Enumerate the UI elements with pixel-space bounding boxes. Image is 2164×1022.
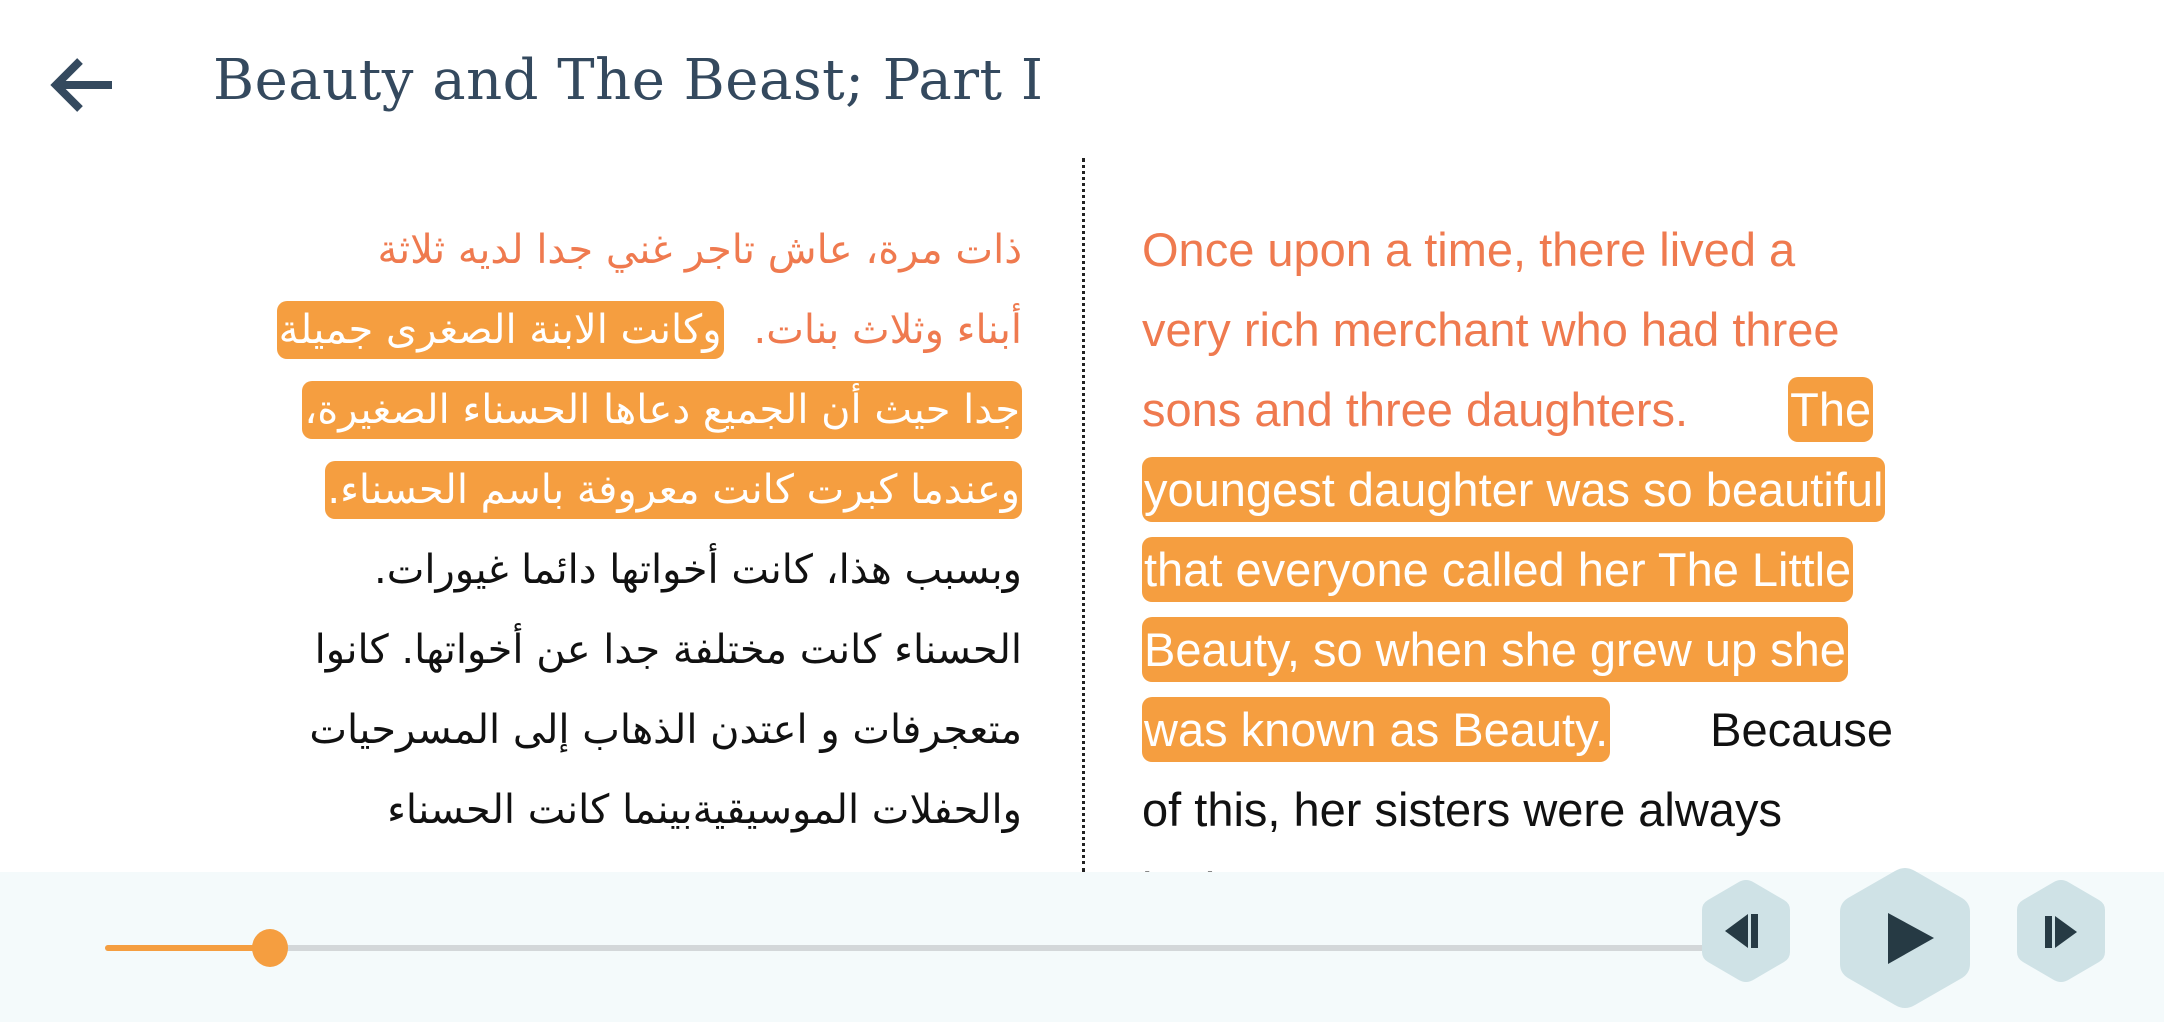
read-text-segment[interactable]: Once upon a time, there lived a [1142,223,1795,276]
back-button[interactable] [50,55,116,115]
unread-text-segment[interactable]: Because [1710,703,1893,756]
read-text-segment[interactable]: أبناء وثلاث بنات. [754,307,1022,353]
arabic-line: متعجرفات و اعتدن الذهاب إلى المسرحيات [170,690,1022,770]
english-line: of this, her sisters were always [1142,770,1972,850]
highlighted-sentence[interactable]: was known as Beauty. [1142,697,1611,762]
highlighted-sentence[interactable]: that everyone called her The Little [1142,537,1854,602]
progress-slider[interactable] [105,929,1705,967]
english-line: that everyone called her The Little [1142,530,1972,610]
arabic-line: وبسبب هذا، كانت أخواتها دائما غيورات. [170,530,1022,610]
read-text-segment[interactable]: very rich merchant who had three [1142,303,1840,356]
unread-text-segment[interactable]: متعجرفات و اعتدن الذهاب إلى المسرحيات [309,707,1022,753]
english-line: youngest daughter was so beautiful [1142,450,1972,530]
english-line: Once upon a time, there lived a [1142,210,1972,290]
unread-text-segment[interactable]: الحسناء كانت مختلفة جدا عن أخواتها. كانو… [315,627,1022,673]
column-divider [1082,158,1085,872]
highlighted-sentence[interactable]: youngest daughter was so beautiful [1142,457,1886,522]
arabic-line: الحسناء كانت مختلفة جدا عن أخواتها. كانو… [170,610,1022,690]
highlighted-sentence[interactable]: وكانت الابنة الصغرى جميلة [276,301,724,359]
highlighted-sentence[interactable]: وعندما كبرت كانت معروفة باسم الحسناء. [325,461,1022,519]
audio-player-bar [0,868,2164,1022]
progress-thumb[interactable] [251,929,288,967]
english-line: very rich merchant who had three [1142,290,1972,370]
arabic-line: أبناء وثلاث بنات. وكانت الابنة الصغرى جمي… [170,290,1022,370]
previous-sentence-button[interactable] [1700,878,1792,984]
arabic-line: جدا حيث أن الجميع دعاها الحسناء الصغيرة، [170,370,1022,450]
english-line: was known as Beauty. Because [1142,690,1972,770]
play-button[interactable] [1836,866,1974,1010]
next-sentence-button[interactable] [2015,878,2107,984]
unread-text-segment[interactable]: of this, her sisters were always [1142,783,1782,836]
english-line: sons and three daughters. The [1142,370,1972,450]
read-text-segment[interactable]: sons and three daughters. [1142,383,1688,436]
english-text-column: Once upon a time, there lived a very rich… [1142,210,1972,930]
english-line: Beauty, so when she grew up she [1142,610,1972,690]
unread-text-segment[interactable]: والحفلات الموسيقيةبينما كانت الحسناء [387,787,1022,833]
read-text-segment[interactable]: ذات مرة، عاش تاجر غني جدا لديه ثلاثة [378,227,1022,273]
highlighted-sentence[interactable]: Beauty, so when she grew up she [1142,617,1848,682]
arabic-line: وعندما كبرت كانت معروفة باسم الحسناء. [170,450,1022,530]
arabic-line: ذات مرة، عاش تاجر غني جدا لديه ثلاثة [170,210,1022,290]
arabic-text-column: ذات مرة، عاش تاجر غني جدا لديه ثلاثة أبنا… [170,210,1022,930]
arrow-left-icon [50,58,112,112]
unread-text-segment[interactable]: وبسبب هذا، كانت أخواتها دائما غيورات. [374,547,1022,593]
arabic-line: والحفلات الموسيقيةبينما كانت الحسناء [170,770,1022,850]
highlighted-sentence[interactable]: جدا حيث أن الجميع دعاها الحسناء الصغيرة، [302,381,1022,439]
progress-fill [105,945,270,951]
highlighted-sentence[interactable]: The [1788,377,1874,442]
page-title: Beauty and The Beast; Part I [213,48,1044,113]
